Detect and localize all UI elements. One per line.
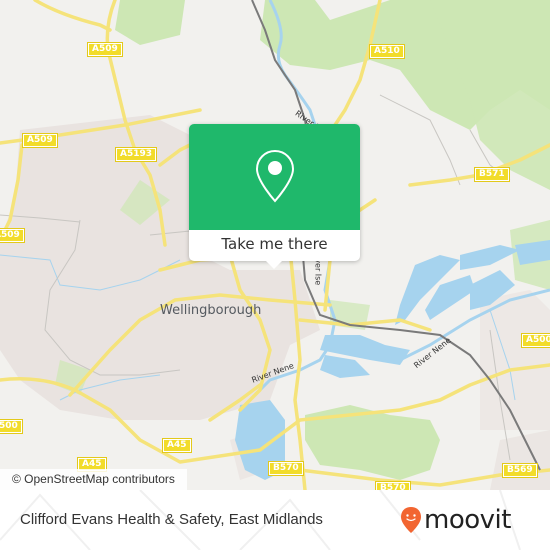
road-label-a509: A509 (87, 42, 123, 57)
road-label-b571: B571 (474, 167, 510, 182)
location-title: Clifford Evans Health & Safety, East Mid… (20, 511, 323, 528)
moovit-logo[interactable]: moovit (400, 504, 511, 536)
take-me-there-button[interactable]: Take me there (189, 230, 360, 261)
road-label-a500: A500 (0, 419, 23, 434)
road-label-a45: A45 (162, 438, 192, 453)
map-canvas[interactable]: Wellingborough River Ise River Ise River… (0, 0, 550, 490)
road-label-a500: A500 (521, 333, 550, 348)
map-pin-icon (255, 149, 294, 203)
road-label-a5193: A5193 (114, 147, 158, 162)
map-widget: Wellingborough River Ise River Ise River… (0, 0, 550, 550)
map-attribution[interactable]: © OpenStreetMap contributors (0, 469, 187, 490)
road-label-b570: B570 (375, 481, 411, 490)
directions-popup: Take me there (189, 124, 360, 269)
place-label-wellingborough: Wellingborough (160, 303, 262, 318)
road-label-a509: A509 (22, 133, 58, 148)
footer-bar: Clifford Evans Health & Safety, East Mid… (0, 490, 550, 550)
popup-pointer (265, 260, 283, 269)
popup-header[interactable] (189, 124, 360, 230)
road-label-a510: A510 (369, 44, 405, 59)
road-label-b570: B570 (268, 461, 304, 476)
road-label-b569: B569 (502, 463, 538, 478)
road-label-a509: A509 (0, 228, 25, 243)
moovit-pin-icon (401, 507, 421, 533)
moovit-wordmark: moovit (424, 505, 511, 535)
